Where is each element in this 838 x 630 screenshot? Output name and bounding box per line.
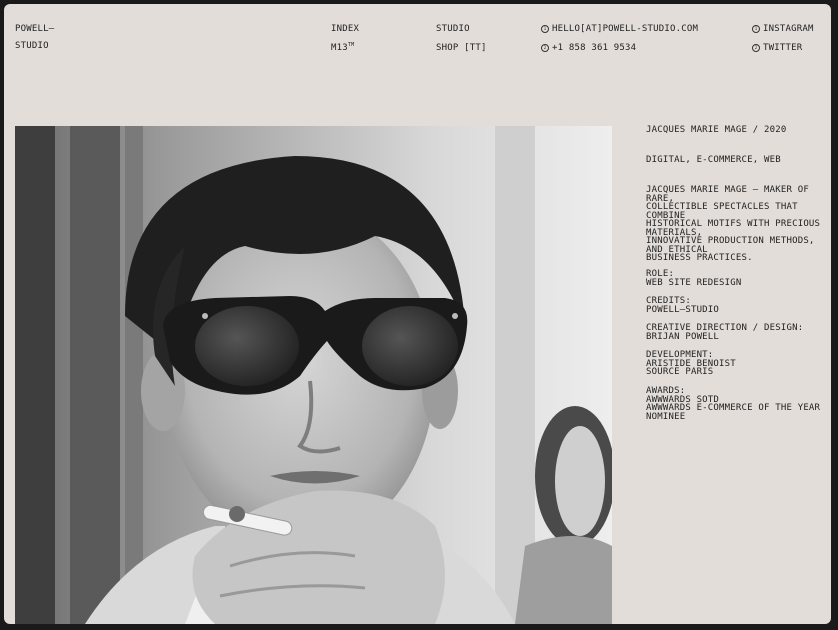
nav-index-link[interactable]: INDEX [331, 24, 359, 34]
page-frame: POWELL— STUDIO INDEX M13TM STUDIO SHOP [… [4, 4, 831, 624]
nav-m13-label: M13 [331, 43, 348, 53]
credits-value: POWELL—STUDIO [646, 304, 720, 315]
credits-section: CREDITS: POWELL—STUDIO [646, 297, 824, 314]
nav-shop-link[interactable]: SHOP [TT] [436, 43, 487, 53]
instagram-link[interactable]: 1 INSTAGRAM [752, 24, 814, 34]
twitter-text: TWITTER [763, 43, 803, 53]
phone-link[interactable]: 2 +1 858 361 9534 [541, 43, 636, 53]
nav-studio-link[interactable]: STUDIO [436, 24, 470, 34]
project-title: JACQUES MARIE MAGE / 2020 [646, 125, 787, 135]
twitter-link[interactable]: 2 TWITTER [752, 43, 802, 53]
awards-section: AWARDS: AWWWARDS SOTD AWWWARDS E-COMMERC… [646, 387, 824, 421]
nav-m13-link[interactable]: M13TM [331, 43, 354, 53]
development-section: DEVELOPMENT: ARISTIDE BENOIST SOURCE PAR… [646, 351, 824, 377]
circled-number-icon: 1 [752, 24, 760, 33]
project-description: JACQUES MARIE MAGE — MAKER OF RARE, COLL… [646, 185, 821, 263]
creative-section: CREATIVE DIRECTION / DESIGN: BRIJAN POWE… [646, 324, 824, 341]
brand-logo[interactable]: POWELL— STUDIO [15, 16, 54, 50]
instagram-text: INSTAGRAM [763, 24, 814, 34]
awards-value: AWWWARDS SOTD AWWWARDS E-COMMERCE OF THE… [646, 394, 821, 422]
phone-text: +1 858 361 9534 [552, 43, 637, 53]
portrait-photo [15, 126, 612, 624]
brand-line1: POWELL— [15, 23, 55, 34]
project-categories: DIGITAL, E-COMMERCE, WEB [646, 155, 781, 165]
email-link[interactable]: 1 HELLO[AT]POWELL-STUDIO.COM [541, 24, 698, 34]
circled-number-icon: 2 [541, 43, 549, 52]
contact-group: 1 HELLO[AT]POWELL-STUDIO.COM 2 +1 858 361 … [541, 16, 698, 54]
nav-studio-group: STUDIO SHOP [TT] [436, 16, 487, 54]
development-value: ARISTIDE BENOIST SOURCE PARIS [646, 358, 736, 377]
role-value: WEB SITE REDESIGN [646, 277, 742, 288]
social-group: 1 INSTAGRAM 2 TWITTER [752, 16, 814, 54]
brand-line2: STUDIO [15, 40, 49, 51]
creative-value: BRIJAN POWELL [646, 331, 720, 342]
circled-number-icon: 1 [541, 24, 549, 33]
trademark-mark: TM [347, 42, 355, 48]
role-section: ROLE: WEB SITE REDESIGN [646, 270, 824, 287]
nav-index-group: INDEX M13TM [331, 16, 359, 54]
circled-number-icon: 2 [752, 43, 760, 52]
email-text: HELLO[AT]POWELL-STUDIO.COM [552, 24, 699, 34]
project-hero-image [15, 126, 612, 624]
